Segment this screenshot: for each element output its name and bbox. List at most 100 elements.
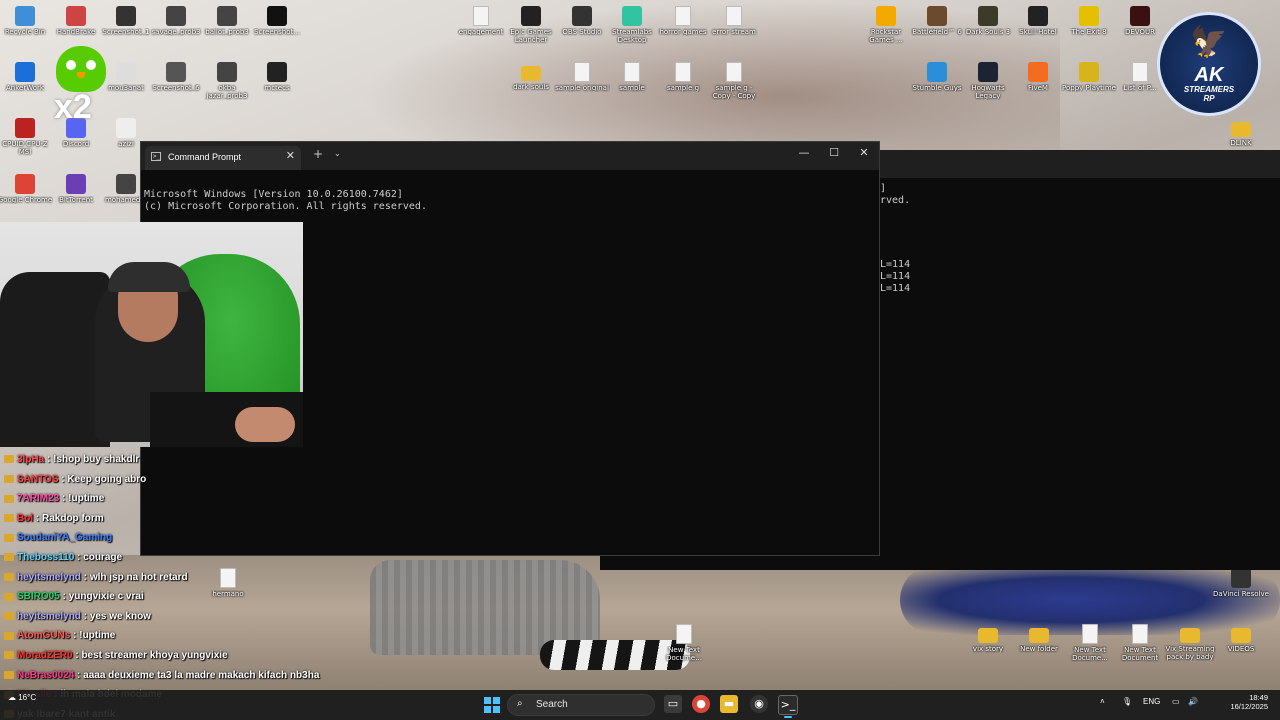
chat-message: SANTOS : Keep going abro [4,474,146,485]
desktop-icon[interactable]: Screenshot... [249,6,305,36]
desktop-icon[interactable]: sample g [655,62,711,92]
desktop-icon[interactable]: error stream [706,6,762,36]
obs-icon[interactable]: ◉ [750,695,768,713]
network-icon[interactable]: ▭ [1172,697,1180,706]
task-view-icon[interactable]: ▭ [664,695,682,713]
chat-separator: : [59,493,69,505]
chat-separator: : [33,512,42,524]
tab-command-prompt[interactable]: >_ Command Prompt ✕ [145,146,301,170]
new-tab-button[interactable]: + [313,147,323,161]
image-file-icon [116,6,136,26]
desktop-icon[interactable]: vix story [960,624,1016,653]
chat-separator: : [70,630,80,642]
language-indicator[interactable]: ENG [1143,697,1160,706]
desktop-icon[interactable]: sample g - Copy - Copy [706,62,762,100]
minimize-button[interactable]: — [789,146,819,159]
chevron-down-icon[interactable]: ⌄ [334,149,341,158]
desktop-icon[interactable]: engagement [453,6,509,36]
document-icon [676,624,692,644]
desktop-icon[interactable]: DaVinci Resolve [1213,568,1269,598]
chat-separator: : [80,571,90,583]
microphone-icon[interactable]: 🎙 [1122,697,1132,706]
desktop-icon[interactable]: horror games [655,6,711,36]
image-file-icon [267,62,287,82]
crown-badge-icon [4,474,14,483]
desktop-icon[interactable]: AnkerWork [0,62,53,92]
weather-widget[interactable]: ☁ 16°C [8,693,36,702]
desktop-icon-label: horror games [659,28,707,36]
desktop-icon[interactable]: Skull Hotel [1010,6,1066,36]
desktop-icon[interactable]: Screenshot_1 [98,6,154,36]
volume-icon[interactable]: 🔊 [1188,697,1198,706]
taskbar-search[interactable]: ⌕ Search [507,694,655,716]
desktop-icon[interactable]: Rockstar Games ... [858,6,914,44]
tab-title: Command Prompt [168,152,242,162]
crown-badge-icon [4,553,14,562]
desktop-icon[interactable]: Vix Streaming pack by bady [1162,624,1218,661]
desktop-icon-label: New Text Docume... [1072,646,1108,662]
crown-badge-icon [4,514,14,523]
desktop-icon[interactable]: Dark Souls 3 [960,6,1016,36]
desktop-icon[interactable]: CPUID CPU-Z MSI [0,118,53,156]
desktop-icon[interactable]: New Text Document [1112,624,1168,662]
desktop-icon[interactable]: DLINK [1213,118,1269,147]
desktop-icon[interactable]: dark souls [503,62,559,91]
logo-main-text: AK [1194,64,1224,86]
desktop-icon[interactable]: OBS Studio [554,6,610,36]
desktop-icon-label: error stream [712,28,756,36]
window-titlebar[interactable]: >_ Command Prompt ✕ + ⌄ — ☐ ✕ [141,142,879,170]
chat-message: Bol : Rakdop form [4,513,104,524]
chat-separator: : [74,552,84,563]
desktop-icon[interactable]: mctecs [249,62,305,92]
desktop-icon[interactable]: okba jazar_prob3 [199,62,255,100]
desktop-icon-label: Streamlabs Desktop [612,28,652,44]
start-button[interactable] [484,697,500,713]
desktop-icon[interactable]: ballot_prob3 [199,6,255,36]
desktop-icon[interactable]: The Exit 8 [1061,6,1117,36]
desktop-icon-label: Screenshot_6 [152,84,200,92]
crown-badge-icon [4,651,14,660]
desktop-icon[interactable]: New Text Docume... [1062,624,1118,662]
chrome-icon[interactable]: ● [692,695,710,713]
desktop-icon[interactable]: BitTorrent [48,174,104,204]
desktop-icon-label: sample g [666,84,700,92]
weather-temperature: 16°C [18,693,37,702]
desktop-icon[interactable]: Streamlabs Desktop [604,6,660,44]
maximize-button[interactable]: ☐ [819,146,849,159]
chat-text: Keep going abro [67,473,147,485]
desktop-icon[interactable]: VIDEOS [1213,624,1269,653]
clock[interactable]: 18:49 16/12/2025 [1200,693,1268,711]
desktop-icon-label: okba jazar_prob3 [206,84,248,100]
desktop-icon[interactable]: Stumble Guys [909,62,965,92]
desktop-icon[interactable]: Poppy Playtime [1061,62,1117,92]
chat-username: SBIRO05 [17,591,60,603]
desktop-icon[interactable]: Screenshot_6 [148,62,204,92]
logo-rp-text: RP [1203,94,1215,103]
crown-badge-icon [4,592,14,601]
desktop-icon-label: sample g - Copy - Copy [712,84,756,100]
close-tab-icon[interactable]: ✕ [286,149,295,162]
desktop-icon[interactable]: Epic Games Launcher [503,6,559,44]
file-explorer-icon[interactable]: ▬ [720,695,738,713]
terminal-line: Microsoft Windows [Version 10.0.26100.74… [144,188,403,200]
desktop-icon[interactable]: sample original [554,62,610,92]
desktop-icon[interactable]: Battlefield™ 6 [909,6,965,36]
terminal-icon[interactable]: >_ [778,695,798,718]
desktop-icon-label: engagement [458,28,504,36]
desktop-icon[interactable]: New folder [1011,624,1067,653]
close-window-button[interactable]: ✕ [849,146,879,159]
desktop-icon[interactable]: New Text Docume... [656,624,712,662]
image-file-icon [217,6,237,26]
desktop-icon[interactable]: HandBrake [48,6,104,36]
desktop-icon[interactable]: Google Chrome [0,174,53,204]
desktop-icon[interactable]: sample [604,62,660,92]
desktop-icon[interactable]: Hogwarts Legacy [960,62,1016,100]
folder-icon [1231,628,1251,643]
crown-badge-icon [4,455,14,464]
chrome-icon [15,174,35,194]
desktop-icon[interactable]: FiveM [1010,62,1066,92]
chevron-up-icon[interactable]: ˄ [1100,697,1105,706]
desktop-icon[interactable]: savage_prob3 [148,6,204,36]
desktop-icon[interactable]: Recycle Bin [0,6,53,36]
chat-message: SoudaniYA_Gaming [4,532,112,543]
